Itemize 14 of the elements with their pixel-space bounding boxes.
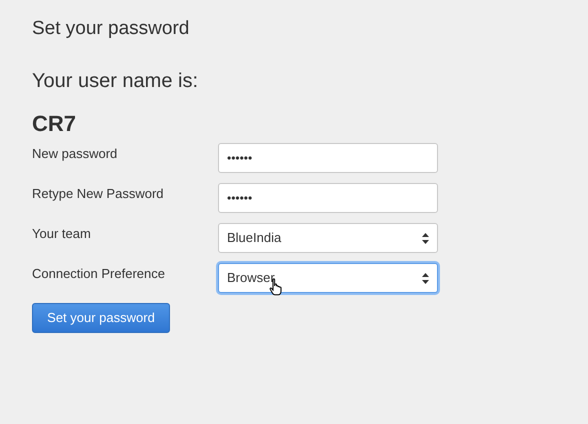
- username: CR7: [32, 112, 78, 136]
- field-label: Retype New Password: [32, 185, 164, 202]
- select-arrows-icon: [422, 272, 429, 284]
- field-label: Your team: [32, 225, 92, 242]
- page-title: Set your password: [32, 17, 190, 41]
- field-label: Connection Preference: [32, 265, 166, 282]
- select-field[interactable]: Browser: [218, 263, 438, 293]
- submit-button[interactable]: Set your password: [32, 303, 170, 333]
- select-field[interactable]: BlueIndia: [218, 223, 438, 253]
- username-label: Your user name is:: [32, 69, 200, 93]
- field-label: New password: [32, 145, 118, 162]
- select-arrows-icon: [422, 232, 429, 244]
- password-field[interactable]: ••••••: [218, 143, 438, 173]
- password-field[interactable]: ••••••: [218, 183, 438, 213]
